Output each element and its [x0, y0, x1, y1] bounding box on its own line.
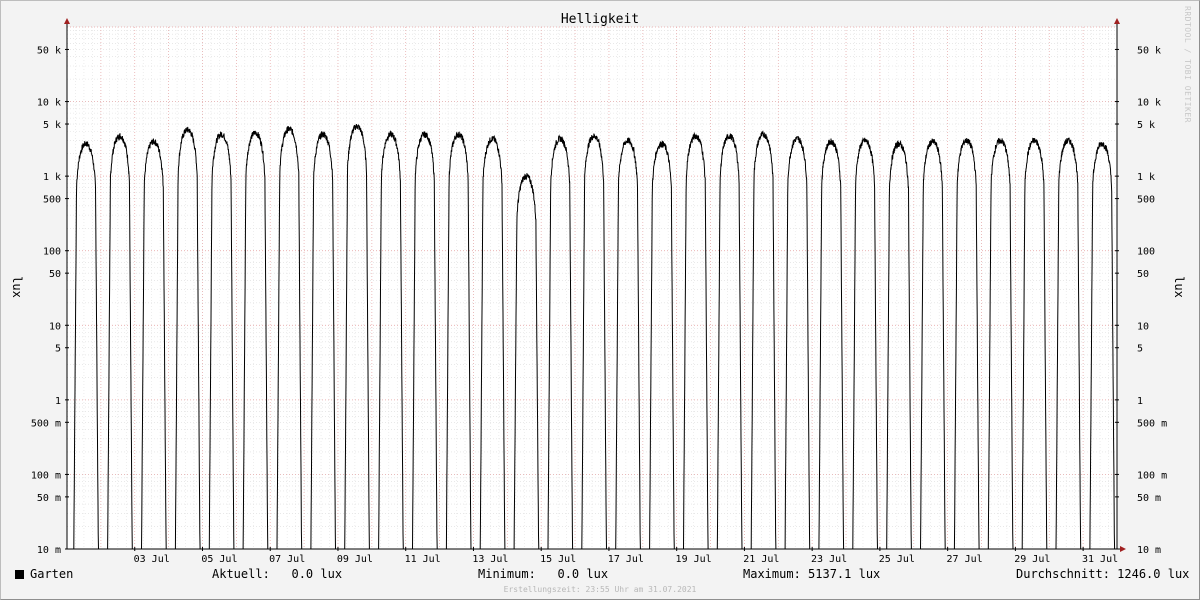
x-tick-label: 03 Jul [134, 554, 170, 565]
y-tick-label-right: 500 [1137, 195, 1155, 206]
y-tick-label-right: 5 k [1137, 120, 1155, 131]
y-axis-label-right: lux [1172, 276, 1186, 298]
x-tick-label: 29 Jul [1014, 554, 1050, 565]
y-tick-label-left: 500 [43, 195, 61, 206]
y-tick-label-left: 50 k [37, 45, 61, 56]
legend-series-label: Garten [30, 567, 74, 581]
x-tick-label: 17 Jul [608, 554, 644, 565]
chart-title: Helligkeit [561, 12, 639, 27]
y-tick-label-left: 10 [49, 321, 61, 332]
x-tick-label: 27 Jul [947, 554, 983, 565]
legend-swatch-garten [15, 570, 24, 579]
x-tick-label: 23 Jul [811, 554, 847, 565]
y-axis-arrow-right [1114, 18, 1120, 24]
y-tick-label-left: 100 m [31, 470, 61, 481]
y-axis-arrow-left [64, 18, 70, 24]
y-tick-label-right: 100 m [1137, 470, 1167, 481]
y-tick-label-right: 100 [1137, 247, 1155, 258]
y-tick-label-left: 10 m [37, 545, 61, 556]
y-tick-label-right: 10 m [1137, 545, 1161, 556]
legend-current: Aktuell: 0.0 lux [212, 567, 343, 581]
y-tick-label-left: 500 m [31, 418, 61, 429]
y-tick-label-right: 50 m [1137, 493, 1161, 504]
y-tick-label-right: 50 k [1137, 45, 1161, 56]
x-tick-label: 11 Jul [405, 554, 441, 565]
brightness-chart: 10 m 10 m 50 m 50 m 100 m 100 m 500 m 500 m 1 1 5 5… [10, 12, 1186, 565]
y-tick-label-right: 10 k [1137, 98, 1161, 109]
y-tick-label-left: 1 k [43, 172, 61, 183]
y-tick-label-left: 100 [43, 247, 61, 258]
x-axis-arrow [1120, 546, 1126, 552]
x-tick-label: 31 Jul [1082, 554, 1118, 565]
x-tick-label: 09 Jul [337, 554, 373, 565]
y-tick-label-right: 5 [1137, 344, 1143, 355]
y-tick-label-left: 10 k [37, 98, 61, 109]
y-tick-label-left: 1 [55, 396, 61, 407]
y-tick-label-right: 500 m [1137, 418, 1167, 429]
legend-maximum: Maximum: 5137.1 lux [743, 567, 881, 581]
legend-average: Durchschnitt: 1246.0 lux [1016, 567, 1190, 581]
y-tick-label-left: 50 m [37, 493, 61, 504]
y-tick-label-left: 5 [55, 344, 61, 355]
y-tick-label-left: 50 [49, 269, 61, 280]
x-tick-label: 15 Jul [540, 554, 576, 565]
y-tick-label-right: 1 k [1137, 172, 1155, 183]
x-tick-label: 21 Jul [743, 554, 779, 565]
y-tick-label-left: 5 k [43, 120, 61, 131]
x-tick-label: 25 Jul [879, 554, 915, 565]
x-tick-label: 05 Jul [201, 554, 237, 565]
legend-minimum: Minimum: 0.0 lux [478, 567, 609, 581]
y-tick-label-right: 1 [1137, 396, 1143, 407]
rrdtool-watermark: RRDTOOL / TOBI OETIKER [1183, 6, 1192, 123]
creation-time-footer: Erstellungszeit: 23:55 Uhr am 31.07.2021 [503, 585, 697, 594]
y-tick-label-right: 50 [1137, 269, 1149, 280]
y-axis-label-left: lux [10, 276, 24, 298]
y-tick-label-right: 10 [1137, 321, 1149, 332]
x-tick-label: 07 Jul [269, 554, 305, 565]
x-tick-label: 13 Jul [472, 554, 508, 565]
x-tick-label: 19 Jul [676, 554, 712, 565]
